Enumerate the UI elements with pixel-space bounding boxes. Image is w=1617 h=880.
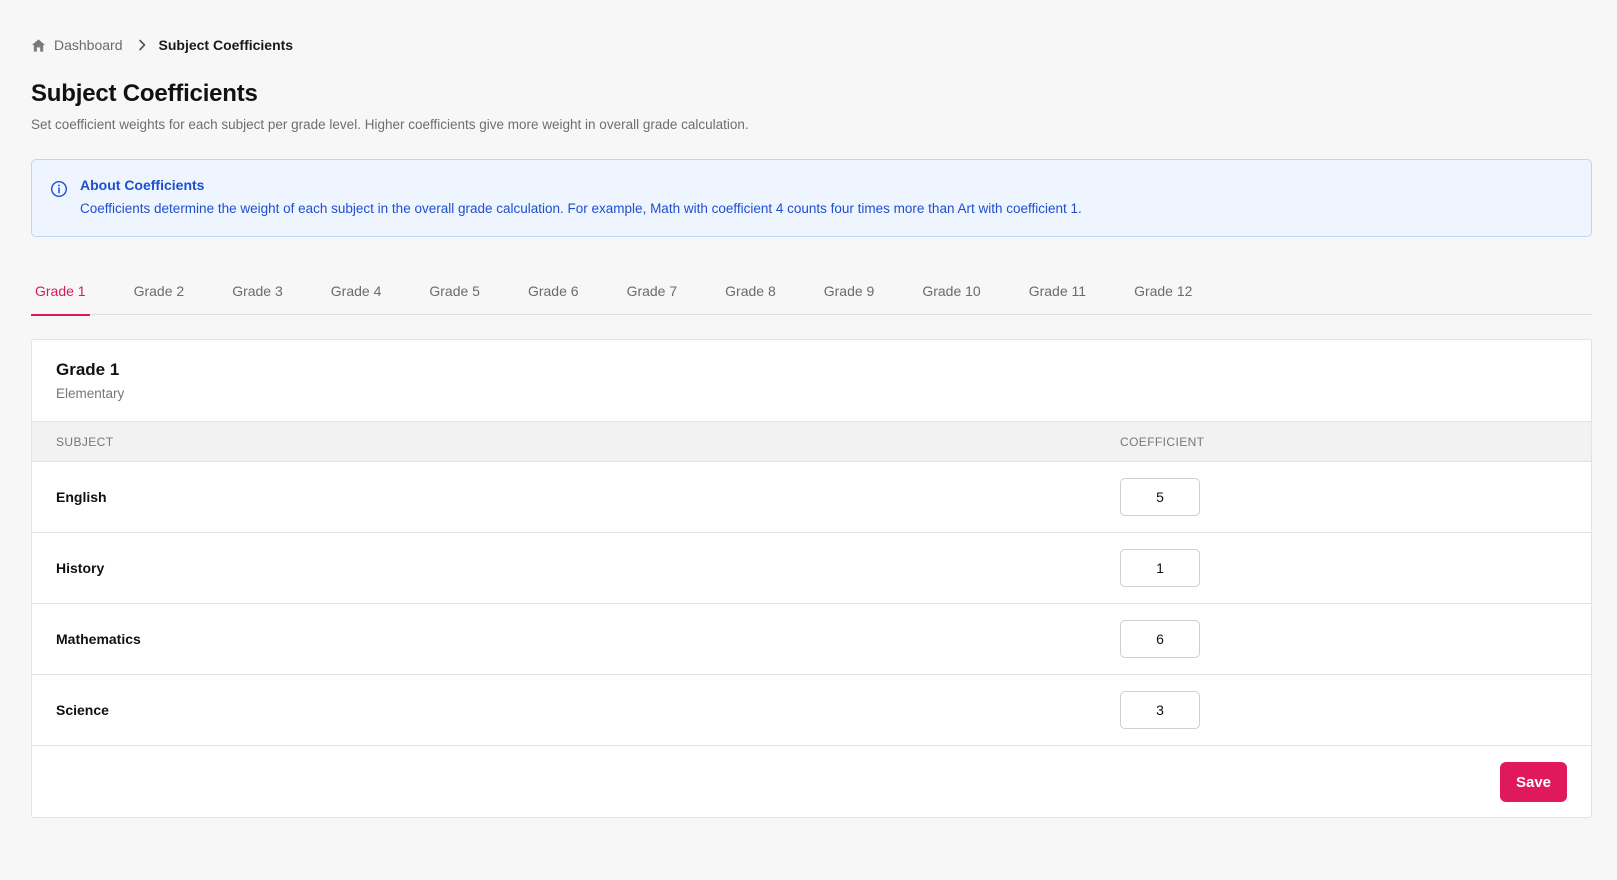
tab-grade-2[interactable]: Grade 2 (130, 266, 189, 315)
page-title: Subject Coefficients (31, 80, 258, 107)
coefficient-cell (1111, 478, 1591, 516)
breadcrumb-home-label: Dashboard (54, 37, 123, 53)
tab-grade-8[interactable]: Grade 8 (721, 266, 780, 315)
info-icon (50, 180, 68, 198)
card-header: Grade 1 Elementary (32, 340, 1591, 421)
page: Dashboard Subject Coefficients Subject C… (0, 0, 1617, 880)
coefficient-input-english[interactable] (1120, 478, 1200, 516)
column-header-subject: SUBJECT (56, 434, 114, 449)
tab-grade-4[interactable]: Grade 4 (327, 266, 386, 315)
tab-grade-12[interactable]: Grade 12 (1130, 266, 1196, 315)
card-title: Grade 1 (56, 360, 120, 379)
breadcrumb-current: Subject Coefficients (158, 37, 294, 53)
page-subtitle: Set coefficient weights for each subject… (31, 117, 749, 132)
table-row: Mathematics (32, 604, 1591, 675)
tab-grade-9[interactable]: Grade 9 (820, 266, 879, 315)
coefficient-cell (1111, 691, 1591, 729)
table-row: History (32, 533, 1591, 604)
info-content: About Coefficients Coefficients determin… (80, 177, 1082, 219)
column-header-coefficient-cell: COEFFICIENT (1111, 435, 1591, 449)
breadcrumb: Dashboard Subject Coefficients (31, 35, 293, 55)
card-footer: Save (32, 746, 1591, 818)
info-banner: About Coefficients Coefficients determin… (31, 159, 1592, 237)
subject-name: Science (56, 702, 109, 718)
coefficient-cell (1111, 620, 1591, 658)
coefficient-input-science[interactable] (1120, 691, 1200, 729)
table-row: Science (32, 675, 1591, 746)
info-title: About Coefficients (80, 177, 205, 193)
tab-grade-10[interactable]: Grade 10 (918, 266, 984, 315)
tab-grade-7[interactable]: Grade 7 (623, 266, 682, 315)
table-row: English (32, 462, 1591, 533)
tab-grade-6[interactable]: Grade 6 (524, 266, 583, 315)
subject-name: Mathematics (56, 631, 141, 647)
chevron-right-icon (137, 39, 147, 51)
card-subtitle: Elementary (56, 386, 125, 401)
coefficient-input-mathematics[interactable] (1120, 620, 1200, 658)
breadcrumb-home-link[interactable]: Dashboard (31, 37, 123, 53)
coefficient-cell (1111, 549, 1591, 587)
table-header: SUBJECT COEFFICIENT (32, 421, 1591, 462)
grade-tabs: Grade 1 Grade 2 Grade 3 Grade 4 Grade 5 … (31, 266, 1592, 316)
info-text: Coefficients determine the weight of eac… (80, 201, 1082, 216)
coefficients-card: Grade 1 Elementary SUBJECT COEFFICIENT E… (31, 339, 1592, 818)
column-header-coefficient: COEFFICIENT (1120, 434, 1205, 449)
save-button[interactable]: Save (1500, 762, 1567, 802)
tab-grade-3[interactable]: Grade 3 (228, 266, 287, 315)
coefficient-input-history[interactable] (1120, 549, 1200, 587)
subject-name: History (56, 560, 105, 576)
tab-grade-1[interactable]: Grade 1 (31, 266, 90, 316)
subject-name: English (56, 489, 107, 505)
home-icon (31, 38, 46, 52)
tab-grade-5[interactable]: Grade 5 (425, 266, 484, 315)
tab-grade-11[interactable]: Grade 11 (1025, 266, 1090, 315)
